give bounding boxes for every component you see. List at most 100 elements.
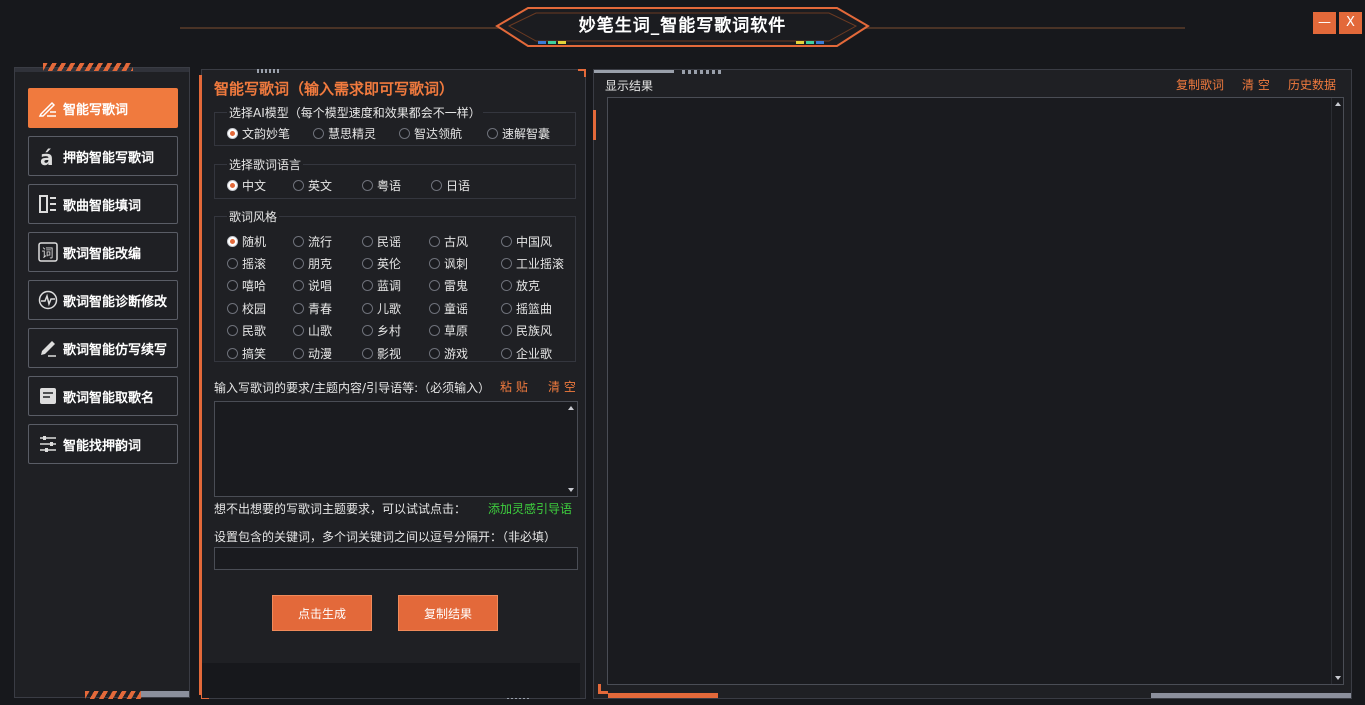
style-radio-option[interactable]: 摇滚 [227,255,266,272]
style-radio-option[interactable]: 童谣 [429,300,468,317]
generate-button[interactable]: 点击生成 [272,595,372,631]
model-radio-sujie[interactable]: 速解智囊 [487,125,550,142]
radio-dot [313,128,324,139]
clear-prompt-button[interactable]: 清 空 [548,378,576,395]
sidebar-item-find-rhyme[interactable]: 智能找押韵词 [28,424,178,464]
sidebar-item-song-fill[interactable]: 歌曲智能填词 [28,184,178,224]
scroll-up-arrow-icon[interactable] [568,406,574,410]
style-radio-option[interactable]: 青春 [293,300,332,317]
style-radio-option[interactable]: 民歌 [227,322,266,339]
panel-footer-gap [202,663,580,698]
radio-dot [429,325,440,336]
style-radio-option[interactable]: 雷鬼 [429,277,468,294]
inspire-hint-text: 想不出想要的写歌词主题要求，可以试试点击： [214,502,467,516]
radio-dot [362,280,373,291]
style-radio-option[interactable]: 山歌 [293,322,332,339]
style-radio-option[interactable]: 儿歌 [362,300,401,317]
radio-dot [501,258,512,269]
style-radio-option[interactable]: 民族风 [501,322,552,339]
sidebar-item-song-title[interactable]: 歌词智能取歌名 [28,376,178,416]
result-textarea[interactable] [607,97,1344,685]
style-radio-option[interactable]: 校园 [227,300,266,317]
add-inspiration-link[interactable]: 添加灵感引导语 [488,500,572,517]
panel-decor-bar-bottom-accent [608,693,718,698]
paste-button[interactable]: 粘 贴 [500,378,528,395]
style-radio-option[interactable]: 朋克 [293,255,332,272]
radio-dot [501,236,512,247]
model-group: 选择AI模型（每个模型速度和效果都会不一样） 文韵妙笔 慧思精灵 智达领航 速解… [214,104,576,146]
style-radio-option[interactable]: 流行 [293,233,332,250]
copy-lyrics-button[interactable]: 复制歌词 [1176,76,1224,93]
title-bar: 妙笔生词_智能写歌词软件 — X [0,0,1365,60]
write-lyrics-panel: 智能写歌词（输入需求即可写歌词） 选择AI模型（每个模型速度和效果都会不一样） … [199,69,586,699]
panel-decor-bar-bottom [1151,693,1351,698]
language-radio-cantonese[interactable]: 粤语 [362,177,401,194]
style-radio-option[interactable]: 游戏 [429,345,468,362]
history-button[interactable]: 历史数据 [1288,76,1336,93]
style-radio-option[interactable]: 放克 [501,277,540,294]
language-radio-japanese[interactable]: 日语 [431,177,470,194]
model-radio-huisi[interactable]: 慧思精灵 [313,125,376,142]
sidebar-item-rhyme-write[interactable]: á 押韵智能写歌词 [28,136,178,176]
style-radio-option[interactable]: 企业歌 [501,345,552,362]
radio-dot [501,348,512,359]
copy-result-button[interactable]: 复制结果 [398,595,498,631]
sidebar-item-lyrics-imitate[interactable]: 歌词智能仿写续写 [28,328,178,368]
keyword-input[interactable] [214,547,578,570]
style-radio-option[interactable]: 说唱 [293,277,332,294]
radio-dot [293,280,304,291]
style-radio-option[interactable]: 随机 [227,233,266,250]
close-button[interactable]: X [1339,12,1362,34]
clear-result-button[interactable]: 清 空 [1242,76,1270,93]
result-scrollbar[interactable] [1331,98,1343,684]
keyword-label: 设置包含的关键词，多个词关键词之间以逗号分隔开：（非必填） [214,530,557,544]
style-radio-option[interactable]: 蓝调 [362,277,401,294]
minimize-button[interactable]: — [1313,12,1336,34]
prompt-scrollbar[interactable] [565,402,577,496]
scroll-down-arrow-icon[interactable] [1335,676,1341,680]
scroll-up-arrow-icon[interactable] [1335,102,1341,106]
style-radio-option[interactable]: 乡村 [362,322,401,339]
sidebar-item-lyrics-diagnose[interactable]: 歌词智能诊断修改 [28,280,178,320]
panel-accent-left [199,75,202,695]
radio-dot [362,348,373,359]
style-radio-option[interactable]: 民谣 [362,233,401,250]
model-radio-wenyun[interactable]: 文韵妙笔 [227,125,290,142]
nav-decor-stripe-bottom [85,691,145,699]
style-radio-option[interactable]: 影视 [362,345,401,362]
style-radio-option[interactable]: 英伦 [362,255,401,272]
sidebar-item-label: 押韵智能写歌词 [63,150,155,166]
radio-dot [227,280,238,291]
radio-dot [362,180,373,191]
svg-text:词: 词 [42,246,54,260]
panel-corner-decor [578,69,586,77]
panel-decor-bar-top [594,70,674,73]
style-radio-option[interactable]: 工业摇滚 [501,255,564,272]
ci-character-icon: 词 [37,241,59,263]
window-title: 妙笔生词_智能写歌词软件 [578,16,787,36]
result-panel: 显示结果 复制歌词 清 空 历史数据 [593,69,1352,699]
style-radio-option[interactable]: 草原 [429,322,468,339]
model-radio-zhida[interactable]: 智达领航 [399,125,462,142]
sidebar-item-label: 歌词智能仿写续写 [63,342,168,358]
scroll-down-arrow-icon[interactable] [568,488,574,492]
style-radio-option[interactable]: 古风 [429,233,468,250]
panel-decor-stripe-top [682,70,722,74]
radio-dot [227,348,238,359]
sidebar-item-lyrics-adapt[interactable]: 词 歌词智能改编 [28,232,178,272]
style-radio-option[interactable]: 动漫 [293,345,332,362]
style-radio-option[interactable]: 嘻哈 [227,277,266,294]
title-decor-line-right [855,27,1185,29]
panel-accent-left [593,110,596,140]
sidebar-item-write-lyrics[interactable]: 智能写歌词 [28,88,178,128]
group-legend: 选择歌词语言 [227,156,304,173]
style-radio-option[interactable]: 中国风 [501,233,552,250]
radio-dot [501,325,512,336]
style-radio-option[interactable]: 搞笑 [227,345,266,362]
style-radio-option[interactable]: 讽刺 [429,255,468,272]
language-radio-english[interactable]: 英文 [293,177,332,194]
nav-decor-bar-bottom [141,691,189,697]
prompt-textarea[interactable] [214,401,578,497]
style-radio-option[interactable]: 摇篮曲 [501,300,552,317]
language-radio-chinese[interactable]: 中文 [227,177,266,194]
